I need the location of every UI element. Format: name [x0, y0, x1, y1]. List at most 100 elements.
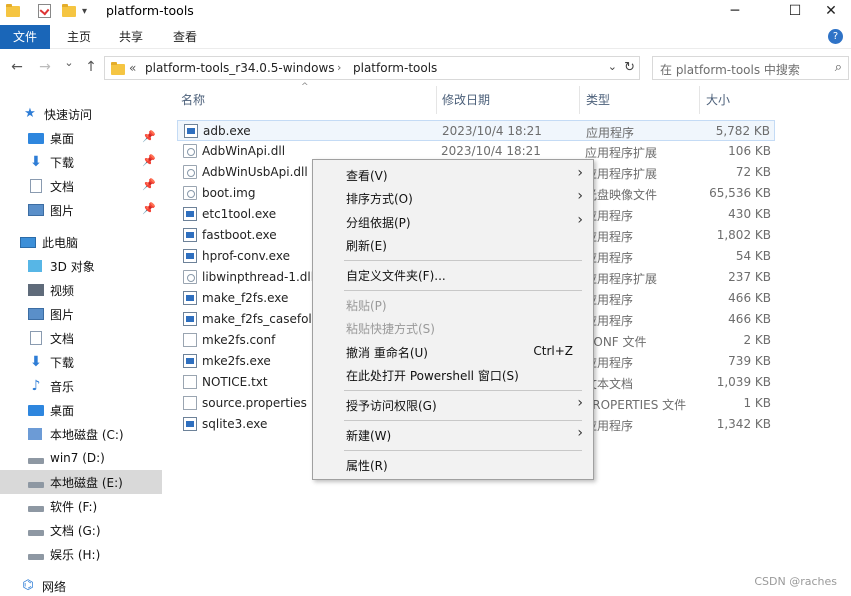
menu-item-label: 粘贴(P) [346, 299, 387, 313]
file-name: sqlite3.exe [202, 417, 268, 431]
nav-label: 本地磁盘 (C:) [50, 427, 124, 442]
download-icon: ⬇ [30, 154, 42, 170]
document-icon [30, 179, 42, 193]
up-button[interactable]: ↑ [82, 59, 100, 75]
search-icon[interactable]: ⌕ [835, 60, 842, 75]
nav-quick-access[interactable]: ★ 快速访问 [0, 102, 162, 126]
recent-locations-button[interactable]: ⌄ [60, 56, 78, 69]
title-bar: ▾ platform-tools ─ ☐ ✕ [0, 0, 851, 24]
quick-access-dropdown[interactable]: ▾ [82, 2, 87, 20]
tab-home[interactable]: 主页 [58, 25, 100, 49]
menu-item[interactable]: 自定义文件夹(F)... [313, 263, 593, 285]
application-file-icon [183, 312, 197, 326]
nav-label: 3D 对象 [50, 259, 95, 274]
refresh-icon[interactable]: ↻ [624, 60, 635, 75]
pin-icon[interactable]: 📌 [142, 130, 156, 143]
nav-label: 文档 [50, 179, 75, 194]
nav-item-3d-objects[interactable]: 3D 对象 [0, 254, 162, 278]
nav-this-pc[interactable]: 此电脑 [0, 230, 162, 254]
nav-network[interactable]: ⌬ 网络 [0, 574, 162, 596]
drive-icon [28, 458, 44, 464]
menu-separator [344, 260, 582, 261]
nav-item-documents[interactable]: 文档 📌 [0, 174, 162, 198]
extension-file-icon [183, 186, 197, 200]
properties-icon[interactable] [38, 2, 51, 20]
application-file-icon [183, 207, 197, 221]
nav-label: 快速访问 [44, 107, 93, 122]
submenu-arrow-icon: › [577, 425, 583, 441]
nav-item-drive-g[interactable]: 文档 (G:) [0, 518, 162, 542]
file-size: 466 KB [728, 312, 771, 326]
file-size: 65,536 KB [709, 186, 771, 200]
nav-item-desktop[interactable]: 桌面 📌 [0, 126, 162, 150]
column-header-name[interactable]: 名称 [175, 86, 437, 114]
address-bar[interactable]: « platform-tools_r34.0.5-windows › platf… [104, 56, 640, 80]
extension-file-icon [183, 270, 197, 284]
new-folder-icon[interactable] [62, 2, 76, 20]
minimize-button[interactable]: ─ [712, 0, 758, 22]
menu-item-label: 查看(V) [346, 169, 388, 183]
watermark: CSDN @raches [754, 575, 837, 588]
nav-item-drive-h[interactable]: 娱乐 (H:) [0, 542, 162, 566]
file-date: 2023/10/4 18:21 [441, 144, 541, 158]
nav-label: 图片 [50, 307, 75, 322]
nav-item-drive-e[interactable]: 本地磁盘 (E:) [0, 470, 162, 494]
menu-item[interactable]: 授予访问权限(G) › [313, 393, 593, 415]
pin-icon[interactable]: 📌 [142, 154, 156, 167]
network-icon: ⌬ [22, 578, 34, 593]
menu-item-shortcut: Ctrl+Z [533, 344, 573, 358]
drive-icon [28, 506, 44, 512]
menu-item[interactable]: 分组依据(P) › [313, 210, 593, 232]
breadcrumb-overflow[interactable]: « [129, 61, 136, 75]
tab-share[interactable]: 共享 [110, 25, 152, 49]
breadcrumb-separator[interactable]: › [337, 61, 341, 74]
tab-view[interactable]: 查看 [164, 25, 206, 49]
submenu-arrow-icon: › [577, 395, 583, 411]
menu-item: 粘贴快捷方式(S) [313, 316, 593, 338]
nav-item-drive-f[interactable]: 软件 (F:) [0, 494, 162, 518]
file-name: fastboot.exe [202, 228, 277, 242]
nav-item-music[interactable]: ♪ 音乐 [0, 374, 162, 398]
nav-item-pictures[interactable]: 图片 📌 [0, 198, 162, 222]
nav-item-drive-c[interactable]: 本地磁盘 (C:) [0, 422, 162, 446]
submenu-arrow-icon: › [577, 212, 583, 228]
menu-item[interactable]: 属性(R) [313, 453, 593, 475]
nav-item-drive-d[interactable]: win7 (D:) [0, 446, 162, 470]
application-file-icon [183, 354, 197, 368]
menu-item[interactable]: 撤消 重命名(U) Ctrl+Z [313, 340, 593, 362]
column-header-size[interactable]: 大小 [700, 86, 780, 114]
file-row[interactable]: adb.exe 2023/10/4 18:21 应用程序 5,782 KB [177, 120, 775, 141]
address-dropdown-icon[interactable]: ⌄ [608, 60, 617, 73]
nav-item-desktop-pc[interactable]: 桌面 [0, 398, 162, 422]
menu-item-open-powershell[interactable]: 在此处打开 Powershell 窗口(S) [313, 363, 593, 385]
column-header-date[interactable]: 修改日期 [436, 86, 580, 114]
breadcrumb-current[interactable]: platform-tools [353, 61, 437, 75]
menu-item[interactable]: 查看(V) › [313, 163, 593, 185]
file-date: 2023/10/4 18:21 [442, 124, 542, 138]
menu-item[interactable]: 排序方式(O) › [313, 186, 593, 208]
nav-item-documents-pc[interactable]: 文档 [0, 326, 162, 350]
column-headers: ^ 名称 修改日期 类型 大小 [162, 82, 851, 114]
nav-item-videos[interactable]: 视频 [0, 278, 162, 302]
breadcrumb-parent[interactable]: platform-tools_r34.0.5-windows [145, 61, 335, 75]
file-name: etc1tool.exe [202, 207, 277, 221]
pin-icon[interactable]: 📌 [142, 202, 156, 215]
text-file-icon [183, 375, 197, 389]
back-button[interactable]: ← [8, 59, 26, 75]
column-header-type[interactable]: 类型 [580, 86, 700, 114]
pin-icon[interactable]: 📌 [142, 178, 156, 191]
tab-file[interactable]: 文件 [0, 25, 50, 49]
close-button[interactable]: ✕ [808, 0, 851, 22]
menu-item[interactable]: 刷新(E) [313, 233, 593, 255]
file-name: AdbWinUsbApi.dll [202, 165, 308, 179]
help-icon[interactable]: ? [828, 29, 843, 44]
nav-label: 文档 [50, 331, 75, 346]
search-box[interactable]: 在 platform-tools 中搜索 ⌕ [652, 56, 849, 80]
nav-item-downloads[interactable]: ⬇ 下载 📌 [0, 150, 162, 174]
nav-item-downloads-pc[interactable]: ⬇ 下载 [0, 350, 162, 374]
menu-item-label: 新建(W) [346, 429, 392, 443]
menu-item[interactable]: 新建(W) › [313, 423, 593, 445]
application-file-icon [183, 417, 197, 431]
forward-button[interactable]: → [36, 59, 54, 75]
nav-item-pictures-pc[interactable]: 图片 [0, 302, 162, 326]
